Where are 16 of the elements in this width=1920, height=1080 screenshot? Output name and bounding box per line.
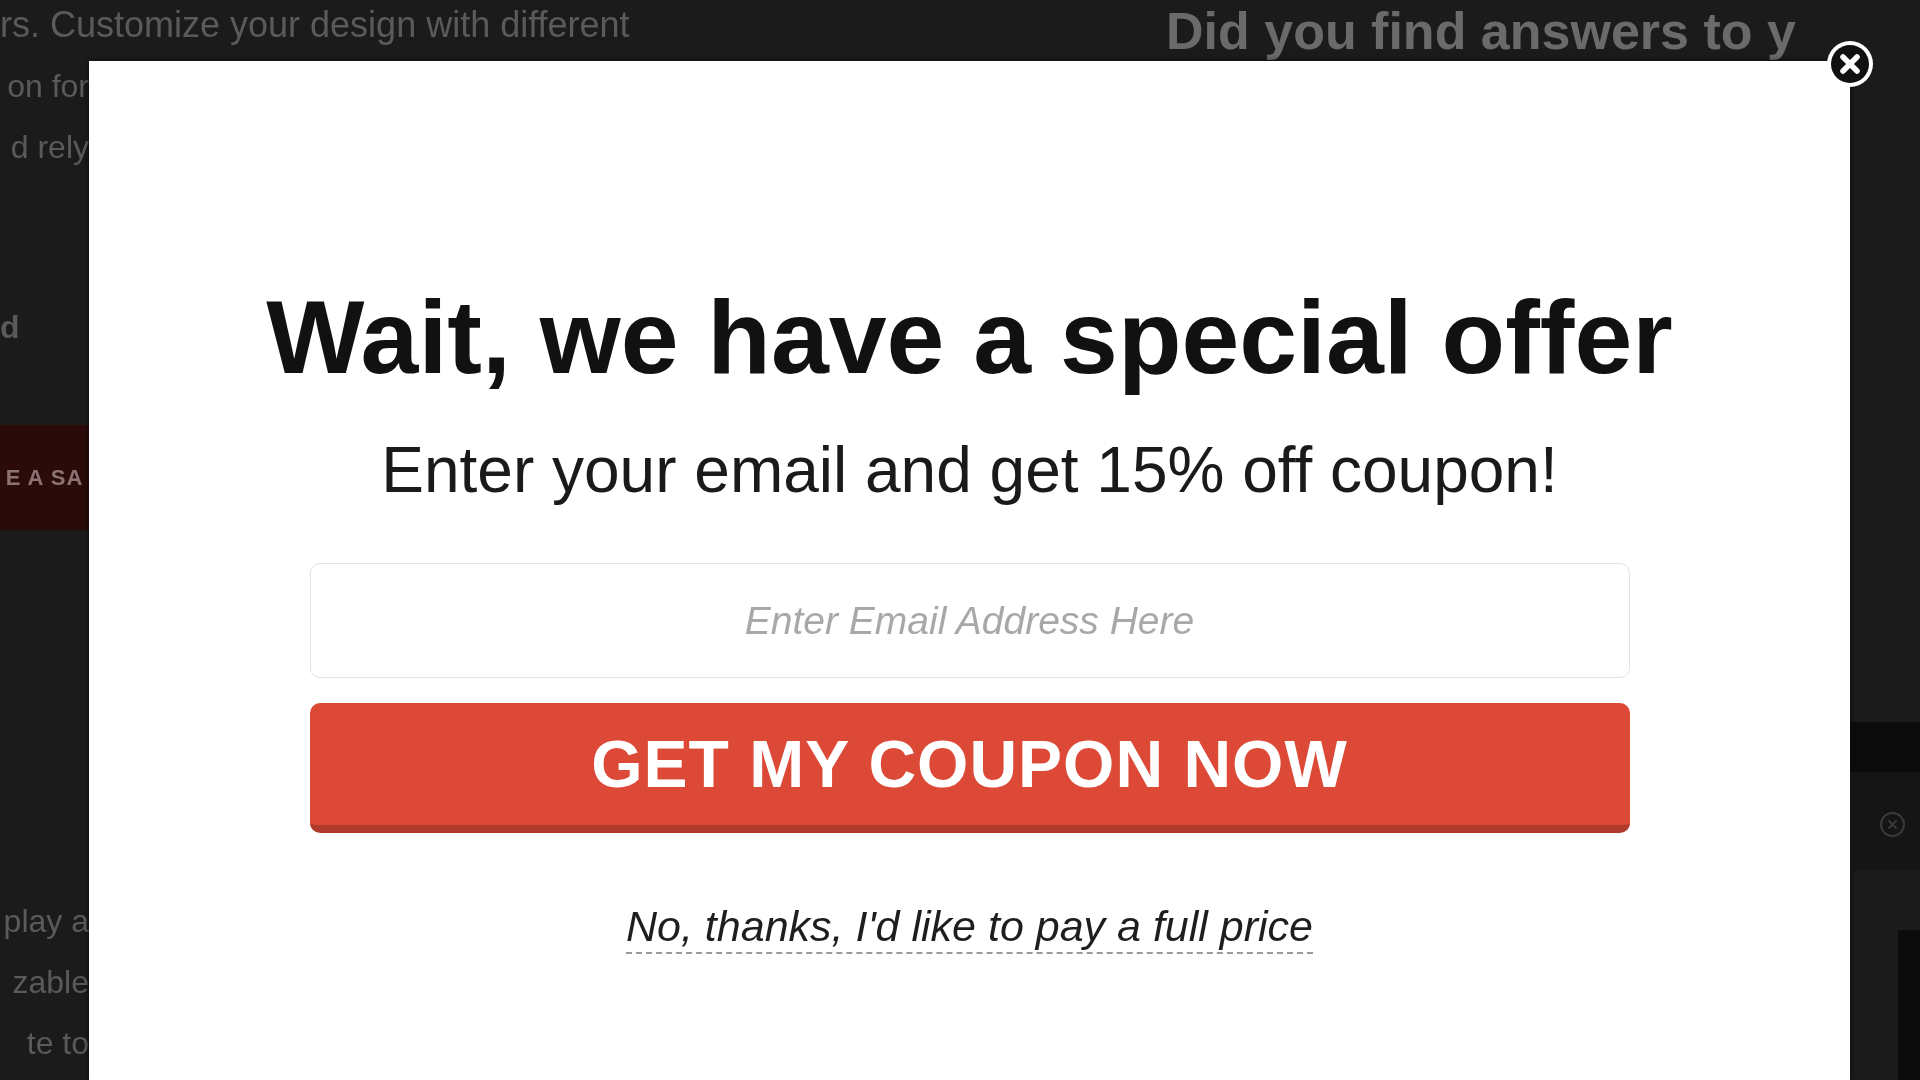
page-text: te to [26,1025,89,1061]
page-text: on for [7,68,89,104]
circle-x-icon [1880,812,1905,837]
page-text: d rely [10,129,89,165]
popup-subtitle: Enter your email and get 15% off coupon! [381,433,1558,508]
popup-title: Wait, we have a special offer [266,278,1673,397]
page-text: rs. Customize your design with different [0,4,630,46]
page-text: d [0,308,20,347]
close-icon[interactable] [1827,41,1873,87]
submit-button[interactable]: GET MY COUPON NOW [309,703,1630,833]
email-field[interactable]: Enter Email Address Here [309,563,1630,678]
page-button[interactable]: E A SA [0,425,89,530]
page-heading: Did you find answers to y [1166,3,1797,59]
page-text: play a [3,903,89,939]
decline-link[interactable]: No, thanks, I'd like to pay a full price [626,900,1313,954]
page-text: zable [12,964,89,1000]
